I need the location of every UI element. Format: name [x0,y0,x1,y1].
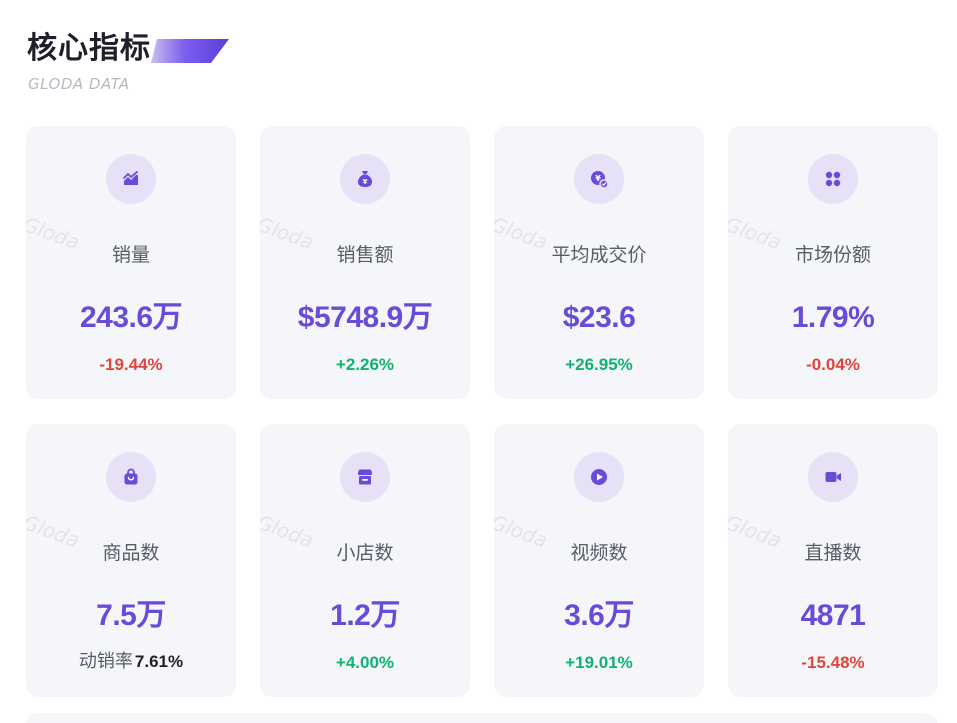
metric-card-market-share[interactable]: Gloda 市场份额 1.79% -0.04% [728,126,938,399]
icon-badge [574,452,624,502]
money-bag-icon: ¥ [358,171,372,187]
icon-badge [106,154,156,204]
play-icon [591,469,607,485]
icon-badge: ¥ [340,154,390,204]
metric-value: 243.6万 [79,301,183,334]
metric-value: 7.5万 [96,599,166,632]
metric-change: +2.26% [335,355,395,374]
metric-card-average-price[interactable]: Gloda ¥ 平均成交价 $23.6 +26.95% [494,126,704,399]
metric-label: 小店数 [336,542,394,564]
grid-apps-icon [825,171,841,187]
video-camera-icon [825,472,841,482]
metric-change: -0.04% [806,355,860,374]
page-subtitle: GLODA DATA [28,75,130,93]
metric-value: 1.2万 [330,599,400,632]
metric-value: 3.6万 [564,599,634,632]
metric-label: 商品数 [102,542,160,564]
icon-badge [340,452,390,502]
metric-card-videos[interactable]: Gloda 视频数 3.6万 +19.01% [494,424,704,697]
sub-metric-label: 动销率 [78,651,133,672]
metric-card-shops[interactable]: Gloda 小店数 1.2万 +4.00% [260,424,470,697]
svg-text:¥: ¥ [363,178,368,186]
shopping-bag-icon [124,468,138,485]
section-header: 核心指标 GLODA DATA [27,28,287,98]
icon-badge: ¥ [574,154,624,204]
metric-change: +4.00% [335,653,395,672]
icon-badge [106,452,156,502]
icon-badge [808,154,858,204]
metric-label: 销量 [111,244,150,266]
metric-value: $5748.9万 [297,301,433,334]
metric-card-sales-volume[interactable]: Gloda 销量 243.6万 -19.44% [26,126,236,399]
metric-label: 销售额 [336,244,394,266]
sub-metric-value: 7.61% [134,652,184,671]
page-title: 核心指标 [27,31,151,66]
metric-change: +19.01% [565,653,633,672]
metric-label: 视频数 [570,542,628,564]
metric-change: -19.44% [99,355,163,374]
metric-value: 4871 [800,599,866,632]
metric-value: 1.79% [791,301,875,334]
trend-chart-icon [123,171,138,185]
metric-label: 直播数 [804,542,862,564]
icon-badge [808,452,858,502]
next-section-panel [26,713,938,723]
metric-card-sales-amount[interactable]: Gloda ¥ 销售额 $5748.9万 +2.26% [260,126,470,399]
metric-label: 市场份额 [794,244,871,266]
core-metrics-page: 核心指标 GLODA DATA Gloda 销量 243.6万 -19.44% … [0,0,957,723]
price-coin-icon: ¥ [591,171,609,189]
metric-change: +26.95% [565,355,633,374]
store-icon [358,469,372,485]
title-decoration [151,39,229,63]
metric-change: -15.48% [801,653,865,672]
metric-label: 平均成交价 [551,244,647,266]
metric-value: $23.6 [562,301,636,334]
metric-card-livestreams[interactable]: Gloda 直播数 4871 -15.48% [728,424,938,697]
metric-card-products[interactable]: Gloda 商品数 7.5万 动销率 7.61% [26,424,236,697]
sell-through-rate: 动销率 7.61% [26,650,236,674]
